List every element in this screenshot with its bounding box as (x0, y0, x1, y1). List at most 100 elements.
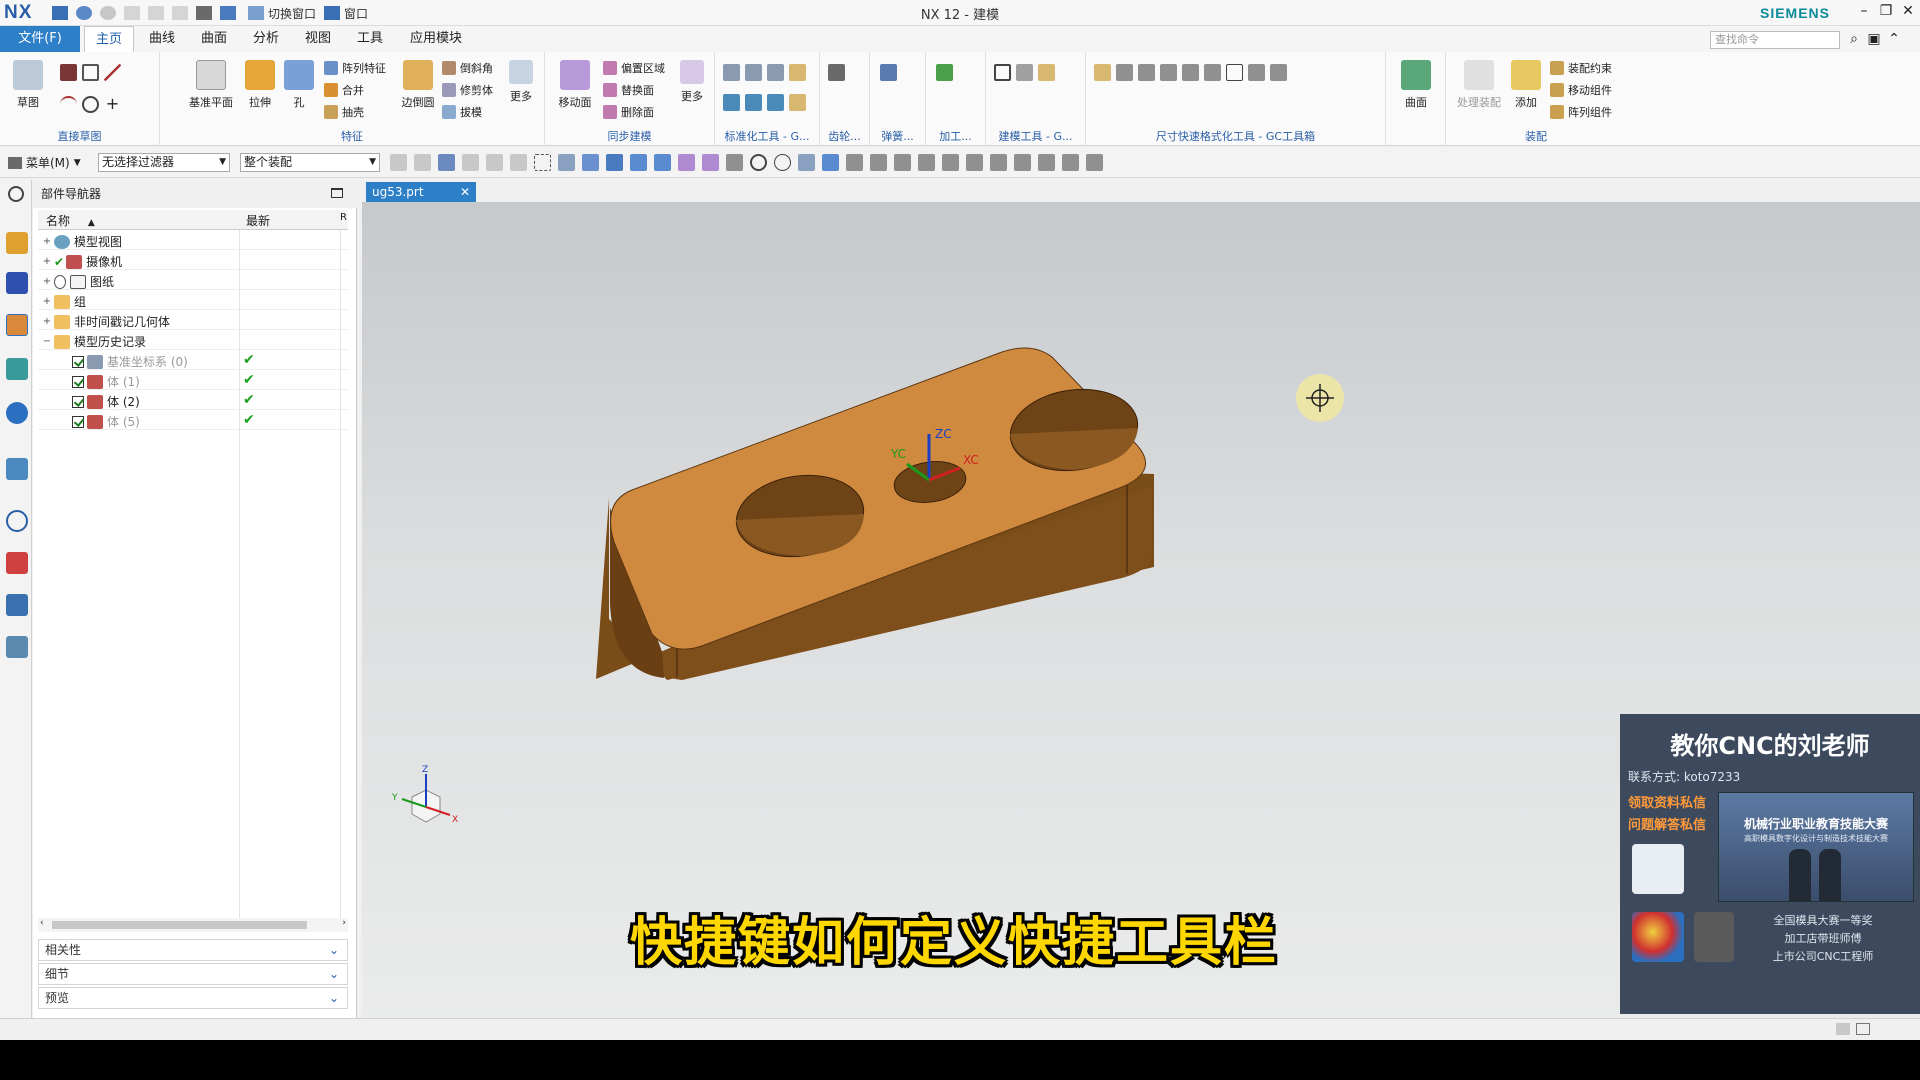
profile-icon[interactable] (60, 64, 77, 81)
tool-icon[interactable] (723, 94, 740, 111)
tree-row-model-history[interactable]: − 模型历史记录 (38, 330, 348, 350)
tab-file[interactable]: 文件(F) (0, 26, 80, 52)
point-icon[interactable]: + (104, 96, 121, 113)
edge-blend-button[interactable]: 边倒圆 (396, 60, 440, 110)
maximize-icon[interactable] (331, 188, 343, 198)
collapse-icon[interactable]: − (42, 336, 52, 347)
expand-icon[interactable]: + (42, 276, 52, 287)
tool-icon[interactable] (918, 154, 935, 171)
fullscreen-icon[interactable] (1856, 1023, 1870, 1035)
tool-icon[interactable] (582, 154, 599, 171)
tool-icon[interactable] (630, 154, 647, 171)
scrollbar-thumb[interactable] (52, 921, 307, 929)
visibility-checkbox[interactable] (72, 375, 84, 388)
process-studio-icon[interactable] (6, 636, 28, 658)
tool-icon[interactable] (750, 154, 767, 171)
unite-button[interactable]: 合并 (324, 82, 364, 98)
expand-icon[interactable]: + (42, 236, 52, 247)
tab-analysis[interactable]: 分析 (244, 26, 288, 52)
menu-button[interactable]: 菜单(M) ▼ (8, 154, 81, 171)
tool-icon[interactable] (767, 64, 784, 81)
draft-button[interactable]: 拔模 (442, 104, 482, 120)
tool-icon[interactable] (1160, 64, 1177, 81)
tree-row-model-views[interactable]: + 模型视图 (38, 230, 348, 250)
tool-icon[interactable] (1062, 154, 1079, 171)
arc-icon[interactable] (60, 96, 77, 113)
sketch-button[interactable]: 草图 (8, 60, 48, 110)
tool-icon[interactable] (654, 154, 671, 171)
panel-preview[interactable]: 预览 ⌄ (38, 987, 348, 1009)
tool-icon[interactable] (462, 154, 479, 171)
web-browser-icon[interactable] (6, 402, 28, 424)
tree-row-unused-items[interactable]: + 非时间戳记几何体 (38, 310, 348, 330)
assembly-navigator-icon[interactable] (6, 232, 28, 254)
visibility-checkbox[interactable] (72, 355, 84, 368)
restore-icon[interactable]: ❐ (1876, 3, 1896, 21)
tool-icon[interactable] (789, 64, 806, 81)
panel-details[interactable]: 细节 ⌄ (38, 963, 348, 985)
tool-icon[interactable] (942, 154, 959, 171)
ribbon-display-icon[interactable]: ▣ (1864, 31, 1884, 49)
offset-region-button[interactable]: 偏置区域 (603, 60, 665, 76)
settings-icon[interactable] (8, 186, 24, 202)
scroll-right-icon[interactable]: › (342, 918, 346, 928)
panel-dependencies[interactable]: 相关性 ⌄ (38, 939, 348, 961)
tool-icon[interactable] (990, 154, 1007, 171)
replace-face-button[interactable]: 替换面 (603, 82, 654, 98)
collapse-ribbon-icon[interactable]: ⌃ (1884, 31, 1904, 49)
tool-icon[interactable] (1038, 64, 1055, 81)
tool-icon[interactable] (846, 154, 863, 171)
tool-icon[interactable] (390, 154, 407, 171)
tool-icon[interactable] (745, 64, 762, 81)
pattern-feature-button[interactable]: 阵列特征 (324, 60, 386, 76)
tab-home[interactable]: 主页 (84, 26, 134, 52)
tree-row-body-2[interactable]: 体 (2) ✔ (38, 390, 348, 410)
tab-view[interactable]: 视图 (296, 26, 340, 52)
tool-icon[interactable] (1226, 64, 1243, 81)
tool-icon[interactable] (726, 154, 743, 171)
clock-icon[interactable] (6, 510, 28, 532)
hole-button[interactable]: 孔 (282, 60, 316, 110)
tool-icon[interactable] (789, 94, 806, 111)
extrude-button[interactable]: 拉伸 (240, 60, 280, 110)
process-assembly-button[interactable]: 处理装配 (1454, 60, 1504, 110)
chamfer-button[interactable]: 倒斜角 (442, 60, 493, 76)
visibility-checkbox[interactable] (72, 415, 84, 428)
tab-curve[interactable]: 曲线 (140, 26, 184, 52)
system-scene-icon[interactable] (6, 594, 28, 616)
tool-icon[interactable] (702, 154, 719, 171)
status-icon[interactable] (1836, 1023, 1850, 1035)
tool-icon[interactable] (822, 154, 839, 171)
column-header-name[interactable]: 名称 ▲ (46, 212, 95, 229)
tool-icon[interactable] (994, 64, 1011, 81)
constraint-navigator-icon[interactable] (6, 272, 28, 294)
tab-surface[interactable]: 曲面 (192, 26, 236, 52)
tree-row-body-5[interactable]: 体 (5) ✔ (38, 410, 348, 430)
tool-icon[interactable] (606, 154, 623, 171)
search-icon[interactable]: ⌕ (1844, 31, 1864, 49)
document-tab[interactable]: ug53.prt ✕ (366, 182, 476, 202)
tool-icon[interactable] (1138, 64, 1155, 81)
command-search-input[interactable]: 查找命令 (1710, 31, 1840, 49)
column-header-extra[interactable]: R (340, 212, 347, 223)
horizontal-scrollbar[interactable]: ‹ › (38, 918, 348, 932)
tab-application[interactable]: 应用模块 (400, 26, 472, 52)
move-component-button[interactable]: 移动组件 (1550, 82, 1612, 98)
move-face-button[interactable]: 移动面 (553, 60, 597, 110)
scope-select[interactable]: 整个装配 ▼ (240, 153, 380, 172)
tool-icon[interactable] (414, 154, 431, 171)
tool-icon[interactable] (723, 64, 740, 81)
gear-icon[interactable] (828, 64, 845, 81)
tool-icon[interactable] (558, 154, 575, 171)
tool-icon[interactable] (1086, 154, 1103, 171)
tool-icon[interactable] (1116, 64, 1133, 81)
role-icon[interactable] (6, 552, 28, 574)
shell-button[interactable]: 抽壳 (324, 104, 364, 120)
tree-row-groups[interactable]: + 组 (38, 290, 348, 310)
tool-icon[interactable] (678, 154, 695, 171)
surface-button[interactable]: 曲面 (1396, 60, 1436, 110)
type-filter-select[interactable]: 无选择过滤器 ▼ (98, 153, 230, 172)
tab-tools[interactable]: 工具 (348, 26, 392, 52)
spring-icon[interactable] (880, 64, 897, 81)
visibility-checkbox[interactable] (72, 395, 84, 408)
